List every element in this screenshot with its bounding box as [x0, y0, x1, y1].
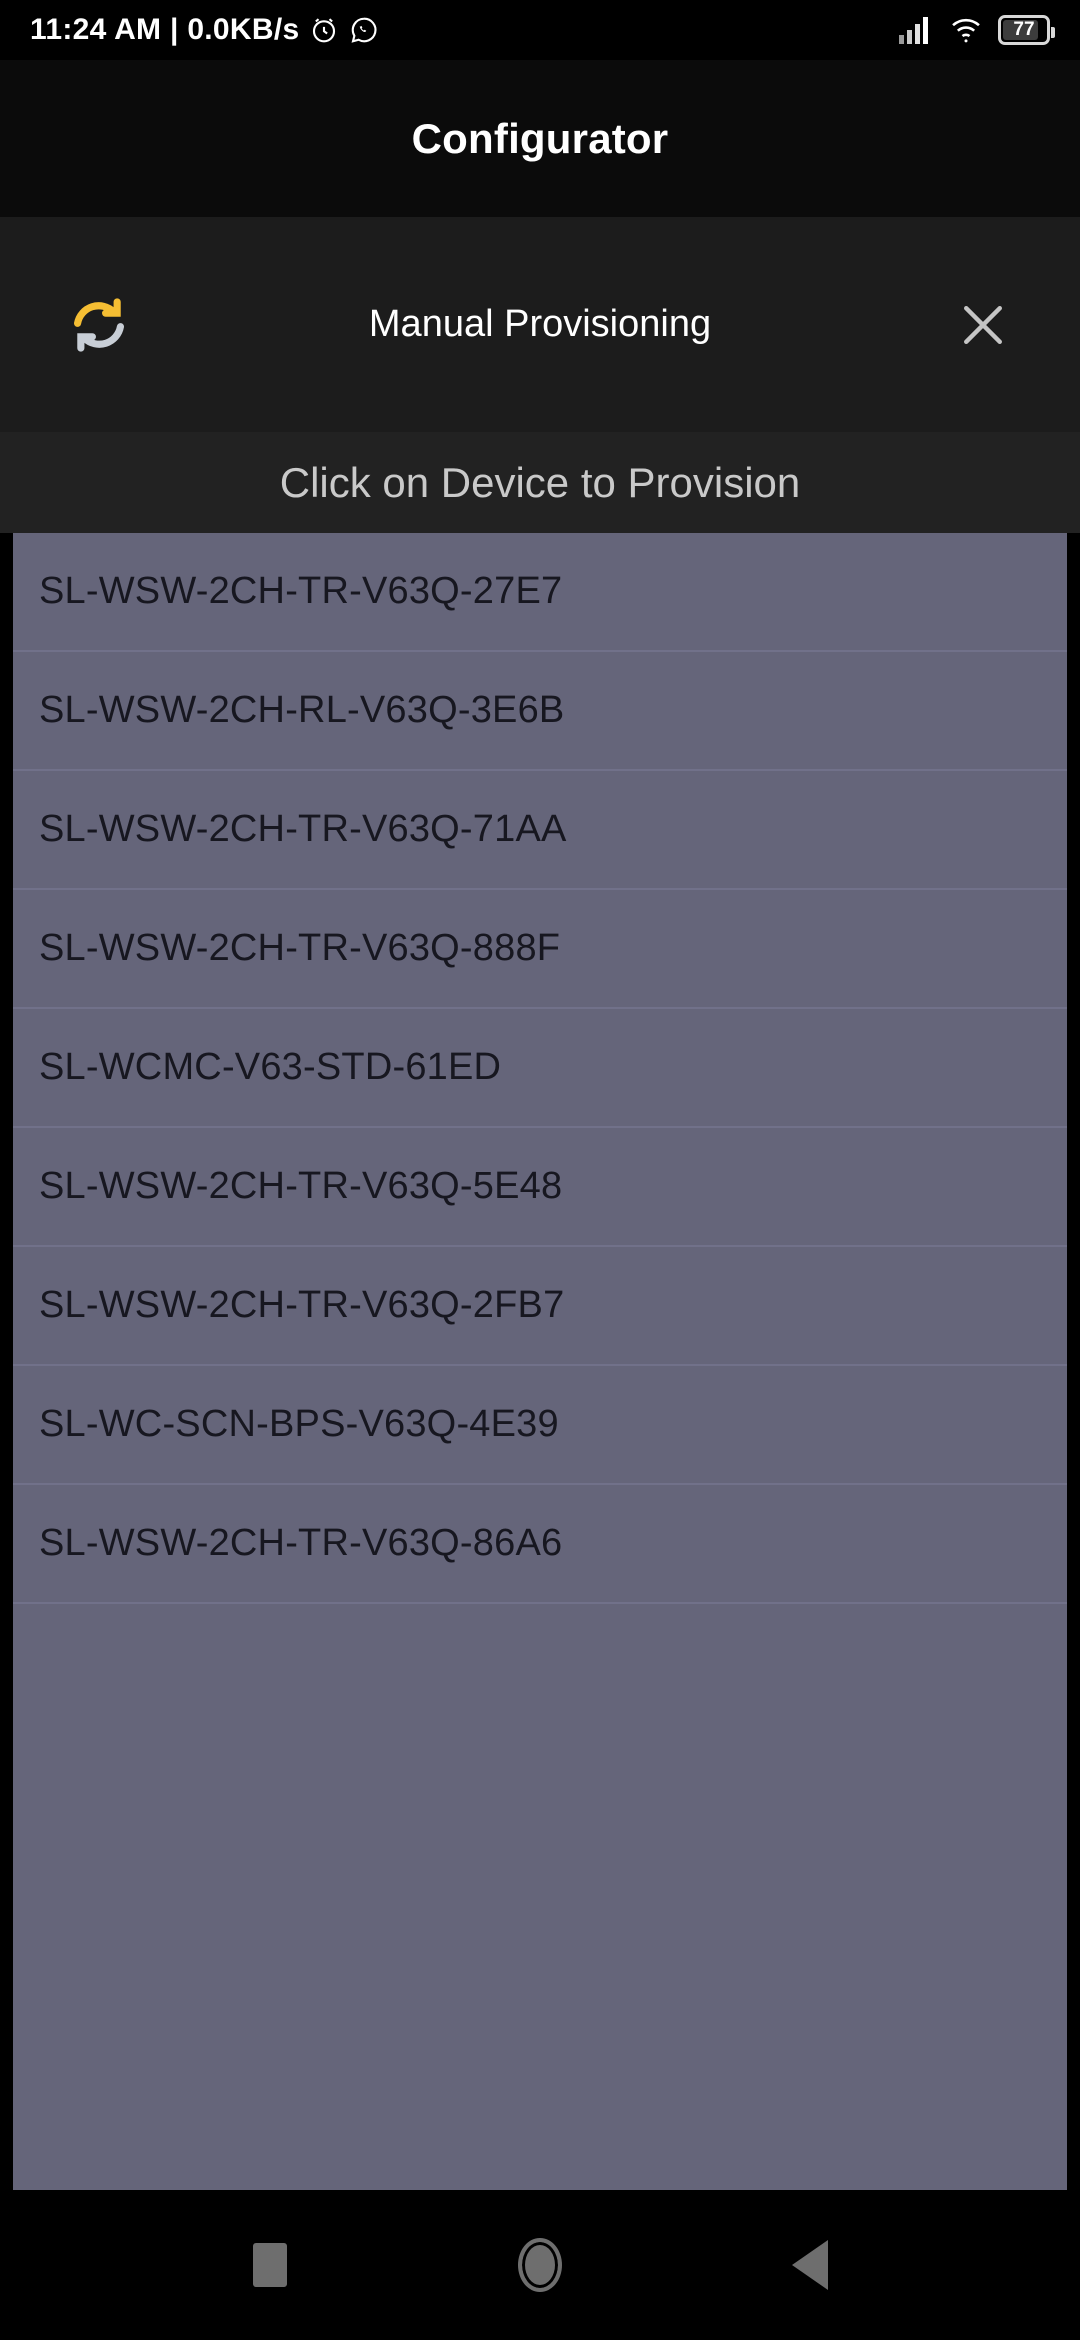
list-item[interactable]: SL-WSW-2CH-TR-V63Q-2FB7	[13, 1247, 1067, 1366]
list-item[interactable]: SL-WSW-2CH-TR-V63Q-888F	[13, 890, 1067, 1009]
device-name: SL-WSW-2CH-TR-V63Q-5E48	[39, 1165, 563, 1207]
instruction-banner: Click on Device to Provision	[0, 432, 1080, 533]
list-item[interactable]: SL-WC-SCN-BPS-V63Q-4E39	[13, 1366, 1067, 1485]
instruction-label: Click on Device to Provision	[279, 458, 801, 506]
status-bar-left: 11:24 AM | 0.0KB/s	[30, 13, 379, 47]
battery-level-label: 77	[1013, 19, 1035, 40]
page-title: Configurator	[411, 114, 669, 162]
device-name: SL-WSW-2CH-TR-V63Q-2FB7	[39, 1284, 565, 1326]
device-name: SL-WSW-2CH-TR-V63Q-888F	[39, 927, 561, 969]
device-name: SL-WSW-2CH-TR-V63Q-27E7	[39, 570, 563, 612]
close-button[interactable]	[946, 288, 1020, 362]
alarm-clock-icon	[309, 15, 339, 45]
battery-icon: 77	[998, 15, 1055, 45]
list-item[interactable]: SL-WSW-2CH-TR-V63Q-86A6	[13, 1485, 1067, 1604]
wifi-icon	[948, 15, 984, 45]
app-title-bar: Configurator	[0, 60, 1080, 217]
triangle-back-icon[interactable]	[765, 2220, 855, 2310]
phone-screen: 11:24 AM | 0.0KB/s 77 Configurator Manua…	[0, 0, 1080, 2340]
manual-provisioning-title: Manual Provisioning	[368, 303, 712, 345]
refresh-button[interactable]	[62, 288, 136, 362]
status-clock-and-datarate: 11:24 AM | 0.0KB/s	[30, 13, 300, 46]
whatsapp-icon	[349, 15, 379, 45]
device-name: SL-WCMC-V63-STD-61ED	[39, 1046, 502, 1088]
list-item[interactable]: SL-WSW-2CH-TR-V63Q-5E48	[13, 1128, 1067, 1247]
list-item[interactable]: SL-WSW-2CH-TR-V63Q-27E7	[13, 533, 1067, 652]
square-recents-icon[interactable]	[225, 2220, 315, 2310]
manual-provisioning-header: Manual Provisioning	[0, 217, 1080, 432]
list-item[interactable]	[13, 1604, 1067, 1661]
list-item[interactable]: SL-WSW-2CH-TR-V63Q-71AA	[13, 771, 1067, 890]
device-name: SL-WSW-2CH-TR-V63Q-71AA	[39, 808, 567, 850]
circle-home-icon[interactable]	[495, 2220, 585, 2310]
android-navigation-bar	[0, 2190, 1080, 2340]
status-bar-right: 77	[898, 15, 1055, 45]
device-name: SL-WC-SCN-BPS-V63Q-4E39	[39, 1403, 559, 1445]
cellular-signal-icon	[898, 15, 934, 45]
status-bar: 11:24 AM | 0.0KB/s 77	[0, 0, 1080, 60]
list-item[interactable]: SL-WSW-2CH-RL-V63Q-3E6B	[13, 652, 1067, 771]
device-list[interactable]: SL-WSW-2CH-TR-V63Q-27E7 SL-WSW-2CH-RL-V6…	[13, 533, 1067, 2190]
device-name: SL-WSW-2CH-RL-V63Q-3E6B	[39, 689, 565, 731]
device-name: SL-WSW-2CH-TR-V63Q-86A6	[39, 1522, 563, 1564]
list-item[interactable]: SL-WCMC-V63-STD-61ED	[13, 1009, 1067, 1128]
